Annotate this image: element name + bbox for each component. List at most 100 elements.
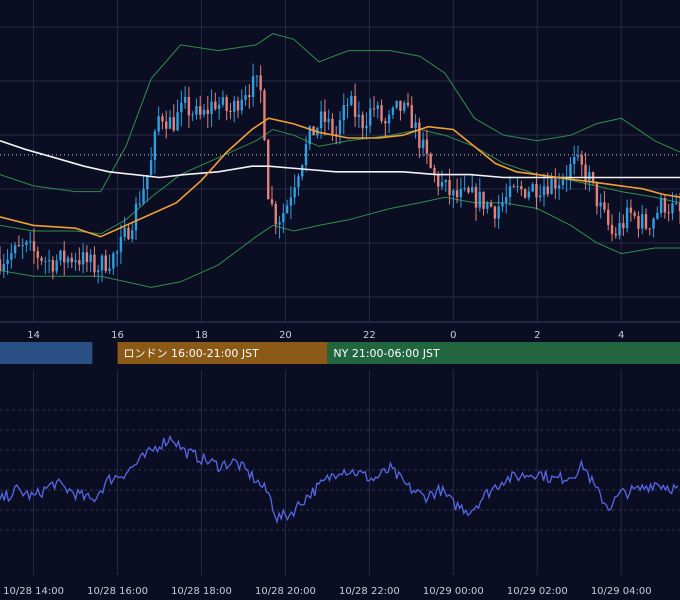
- candle-body: [221, 97, 225, 105]
- session-label: NY 21:00-06:00 JST: [333, 347, 440, 360]
- candle-body: [199, 106, 202, 115]
- candle-body: [112, 253, 115, 269]
- candle-body: [425, 139, 429, 154]
- candle-body: [569, 163, 572, 178]
- candle-body: [36, 251, 39, 258]
- candle-body: [138, 203, 141, 205]
- candle-body: [448, 179, 451, 196]
- candle-body: [248, 95, 251, 97]
- candle-body: [618, 223, 621, 236]
- candle-body: [108, 268, 111, 272]
- candle-body: [433, 167, 436, 175]
- candle-body: [270, 199, 274, 204]
- candle-body: [463, 187, 466, 189]
- candle-body: [361, 114, 364, 129]
- candle-body: [671, 203, 674, 214]
- candle-body: [603, 202, 606, 210]
- candle-body: [104, 255, 107, 272]
- candle-body: [501, 202, 504, 207]
- candle-body: [161, 116, 164, 122]
- candle-body: [0, 259, 2, 271]
- candle-body: [146, 175, 149, 190]
- osc-x-tick-label: 10/28 16:00: [87, 586, 148, 597]
- candle-body: [327, 118, 330, 122]
- candle-body: [157, 116, 160, 132]
- candle-body: [625, 207, 629, 229]
- candle-body: [429, 153, 432, 168]
- candle-body: [176, 112, 179, 131]
- candle-body: [622, 223, 625, 229]
- candle-body: [576, 155, 580, 157]
- candle-body: [486, 202, 489, 209]
- candle-body: [240, 99, 243, 111]
- candle-body: [391, 107, 395, 115]
- candle-body: [51, 260, 55, 272]
- candle-body: [554, 178, 557, 189]
- candle-body: [459, 188, 463, 198]
- candle-body: [637, 215, 640, 229]
- candle-body: [195, 106, 198, 115]
- price-x-tick-label: 14: [27, 330, 40, 341]
- candle-body: [165, 121, 168, 129]
- price-x-tick-label: 2: [534, 330, 540, 341]
- candle-body: [259, 75, 262, 91]
- candle-body: [512, 186, 515, 188]
- candle-body: [387, 114, 391, 124]
- osc-x-tick-label: 10/29 00:00: [423, 586, 484, 597]
- candle-body: [523, 189, 527, 198]
- candle-body: [134, 203, 138, 231]
- price-x-tick-label: 18: [195, 330, 208, 341]
- candle-body: [225, 97, 228, 111]
- candle-body: [467, 187, 470, 193]
- candle-body: [267, 139, 270, 200]
- candle-body: [573, 156, 576, 164]
- candle-body: [78, 260, 81, 265]
- candle-body: [399, 100, 402, 111]
- candle-body: [47, 260, 51, 262]
- candle-body: [406, 102, 410, 106]
- candle-body: [557, 185, 561, 189]
- candle-body: [119, 237, 123, 252]
- candle-body: [293, 187, 296, 198]
- candle-body: [542, 186, 546, 196]
- candle-body: [202, 109, 206, 115]
- candle-body: [93, 254, 96, 273]
- candle-body: [667, 212, 670, 214]
- candle-body: [206, 109, 209, 115]
- candle-body: [301, 165, 304, 177]
- candle-body: [278, 222, 281, 225]
- osc-x-tick-label: 10/28 20:00: [255, 586, 316, 597]
- candle-body: [149, 160, 153, 176]
- candle-body: [346, 104, 349, 106]
- candle-body: [505, 197, 508, 203]
- candle-body: [675, 203, 678, 205]
- candle-body: [191, 114, 194, 116]
- candle-body: [187, 96, 191, 116]
- candle-body: [546, 186, 549, 195]
- candle-body: [610, 224, 614, 234]
- candle-body: [55, 260, 58, 272]
- candle-body: [285, 205, 289, 214]
- candle-body: [217, 104, 221, 109]
- candle-body: [123, 227, 126, 238]
- candle-body: [233, 100, 236, 112]
- candle-body: [384, 120, 387, 124]
- candle-body: [29, 241, 32, 243]
- price-x-tick-label: 16: [111, 330, 124, 341]
- candle-body: [595, 181, 599, 207]
- candle-body: [376, 105, 379, 109]
- candle-body: [63, 250, 66, 263]
- candle-body: [633, 212, 636, 216]
- candle-body: [531, 184, 534, 192]
- candle-body: [588, 172, 591, 181]
- session-block: [0, 342, 93, 364]
- candle-body: [455, 190, 459, 198]
- candle-body: [410, 105, 413, 129]
- candle-body: [183, 96, 187, 103]
- candle-body: [353, 95, 357, 117]
- trading-chart[interactable]: 14 16 18 20 22 0 2 4 ロンドン 16:00-21:00 JST NY 21:…: [0, 0, 680, 600]
- candle-body: [289, 197, 293, 206]
- candle-body: [580, 155, 583, 165]
- candle-body: [482, 191, 485, 209]
- candle-body: [599, 202, 602, 207]
